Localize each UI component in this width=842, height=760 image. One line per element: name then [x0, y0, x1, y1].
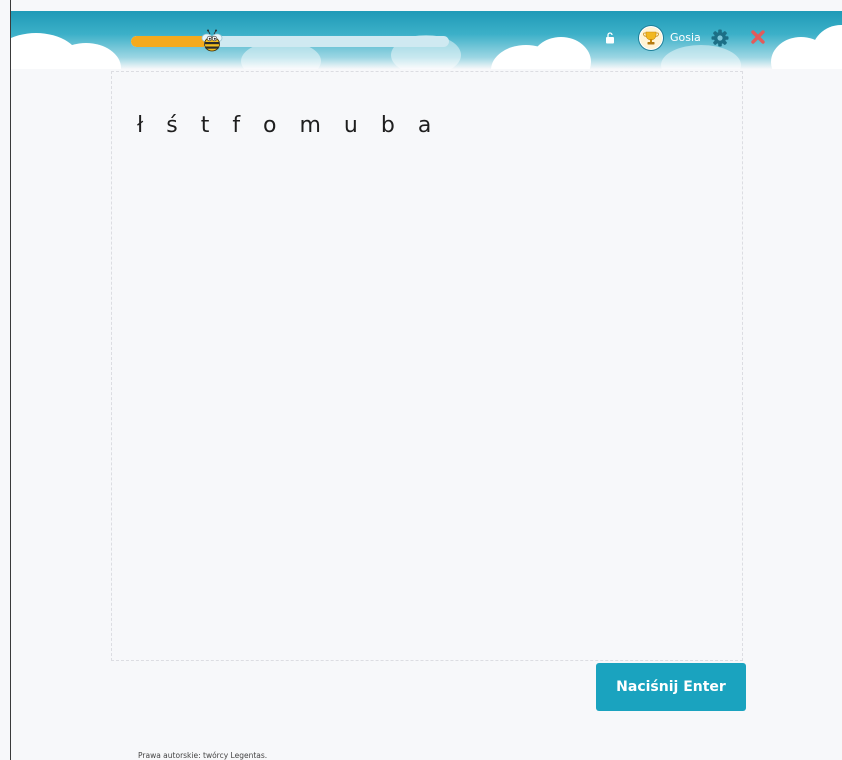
bee-icon [201, 29, 223, 52]
gear-icon[interactable] [710, 28, 730, 48]
window-left-edge [10, 0, 11, 760]
trophy-avatar-icon [640, 27, 662, 49]
progress-fill [131, 36, 205, 47]
avatar[interactable] [639, 26, 663, 50]
cloud-decoration [531, 37, 591, 69]
cloud-decoration [661, 45, 741, 69]
press-enter-button[interactable]: Naciśnij Enter [596, 663, 746, 711]
exercise-area[interactable]: ł ś t f o m u b a [111, 71, 743, 661]
username-label[interactable]: Gosia [670, 31, 701, 44]
top-bar: Gosia [11, 11, 842, 69]
progress-bar [131, 36, 449, 47]
close-icon[interactable] [750, 29, 766, 45]
cloud-decoration [811, 25, 842, 69]
copyright-footer: Prawa autorskie: twórcy Legentas. [138, 751, 268, 760]
exercise-letters: ł ś t f o m u b a [137, 113, 440, 138]
unlock-icon[interactable] [605, 32, 615, 44]
